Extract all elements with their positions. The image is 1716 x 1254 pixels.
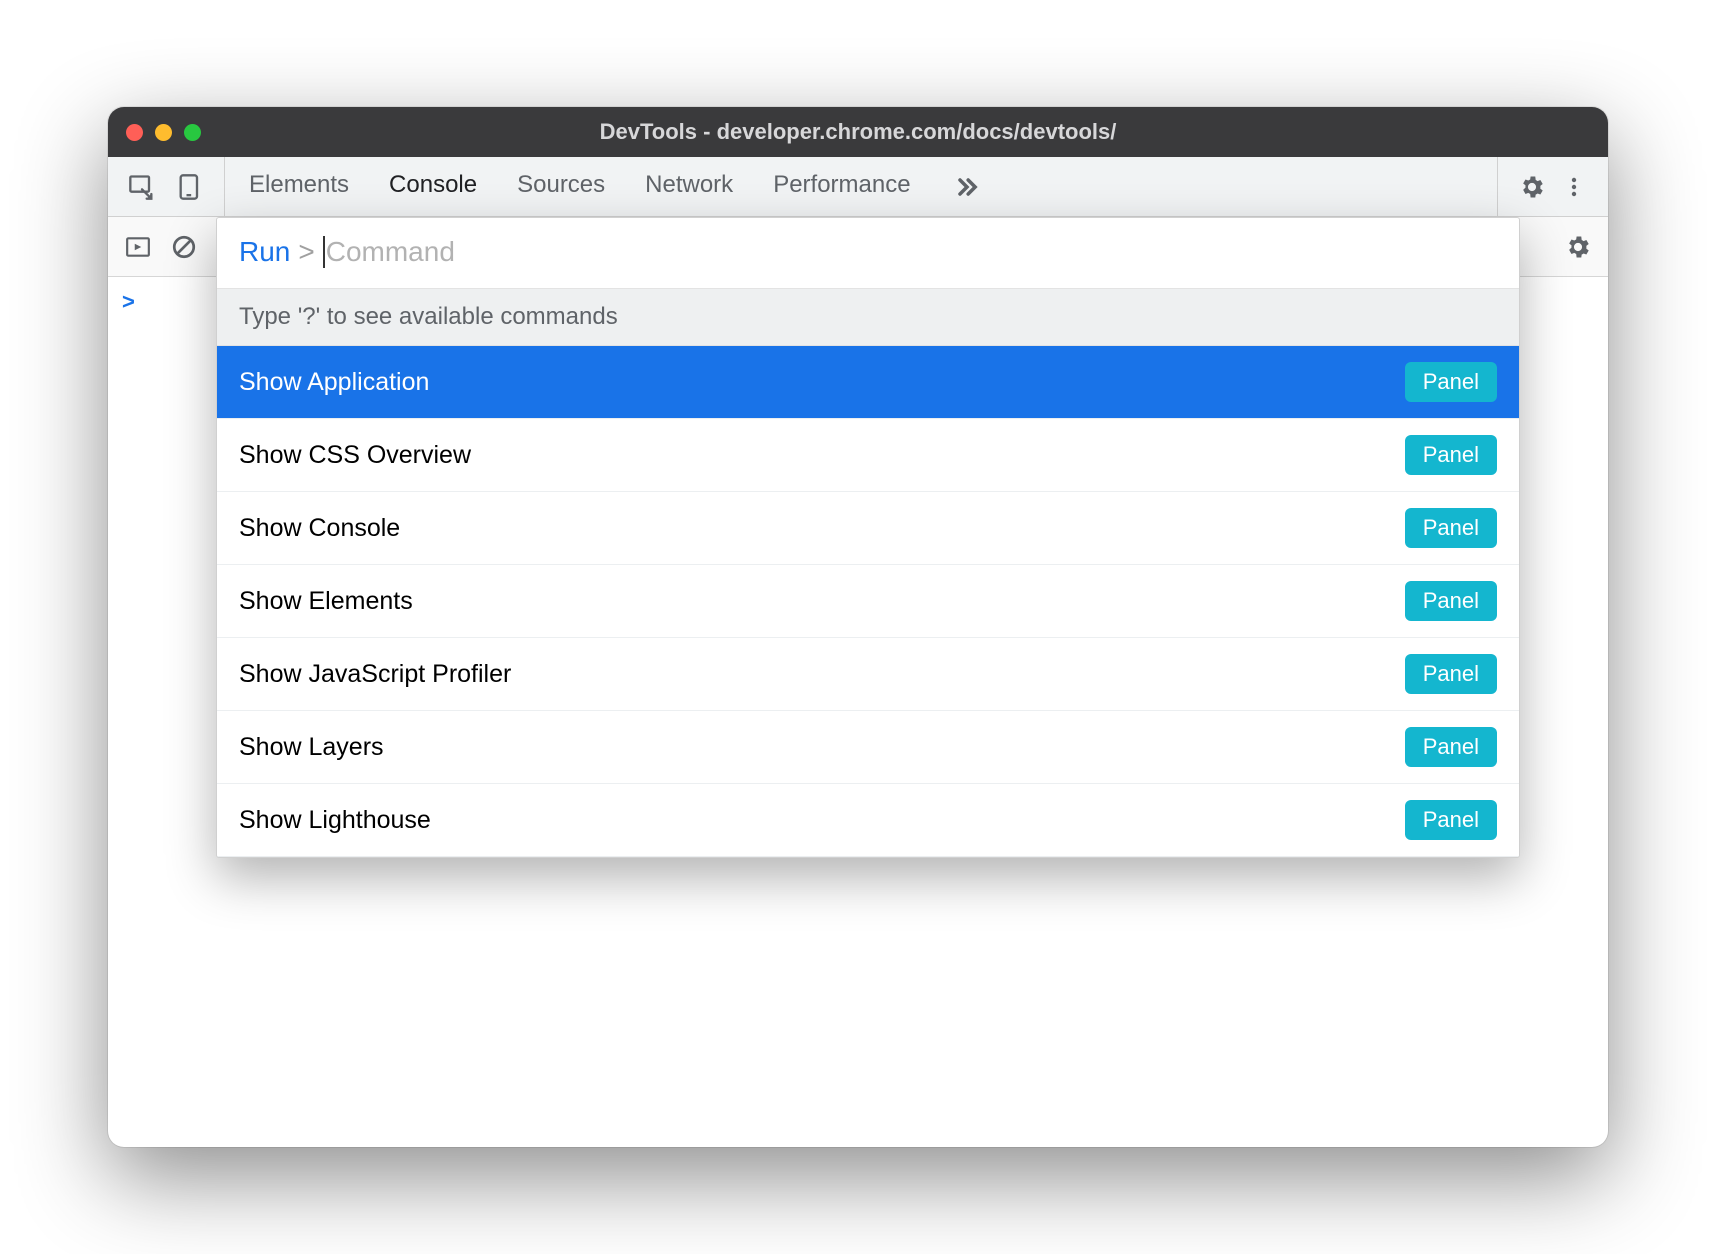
tab-console[interactable]: Console <box>389 157 477 216</box>
command-item-label: Show JavaScript Profiler <box>239 660 511 689</box>
command-item-show-elements[interactable]: Show Elements Panel <box>217 565 1519 638</box>
inspect-element-icon[interactable] <box>126 171 158 203</box>
zoom-window-button[interactable] <box>184 124 201 141</box>
titlebar: DevTools - developer.chrome.com/docs/dev… <box>108 107 1608 157</box>
toolbar: Elements Console Sources Network Perform… <box>108 157 1608 217</box>
command-item-badge: Panel <box>1405 727 1497 767</box>
tab-sources[interactable]: Sources <box>517 157 605 216</box>
command-list: Show Application Panel Show CSS Overview… <box>217 346 1519 857</box>
command-item-badge: Panel <box>1405 362 1497 402</box>
command-item-badge: Panel <box>1405 800 1497 840</box>
command-item-label: Show Layers <box>239 733 384 762</box>
tab-elements[interactable]: Elements <box>249 157 349 216</box>
devtools-window: DevTools - developer.chrome.com/docs/dev… <box>108 107 1608 1147</box>
toggle-sidebar-icon[interactable] <box>122 231 154 263</box>
tab-performance[interactable]: Performance <box>773 157 910 216</box>
close-window-button[interactable] <box>126 124 143 141</box>
command-item-label: Show Elements <box>239 587 413 616</box>
kebab-menu-icon[interactable] <box>1558 171 1590 203</box>
more-tabs-icon[interactable] <box>951 171 983 203</box>
command-input[interactable]: Command <box>323 236 455 268</box>
window-title: DevTools - developer.chrome.com/docs/dev… <box>108 119 1608 145</box>
command-item-show-css-overview[interactable]: Show CSS Overview Panel <box>217 419 1519 492</box>
command-item-badge: Panel <box>1405 435 1497 475</box>
command-hint: Type '?' to see available commands <box>217 289 1519 346</box>
minimize-window-button[interactable] <box>155 124 172 141</box>
command-menu: Run > Command Type '?' to see available … <box>216 217 1520 858</box>
tab-network[interactable]: Network <box>645 157 733 216</box>
command-item-badge: Panel <box>1405 581 1497 621</box>
command-prefix: Run <box>239 236 290 268</box>
command-item-label: Show CSS Overview <box>239 441 471 470</box>
command-item-show-lighthouse[interactable]: Show Lighthouse Panel <box>217 784 1519 857</box>
command-item-label: Show Lighthouse <box>239 806 431 835</box>
command-item-show-layers[interactable]: Show Layers Panel <box>217 711 1519 784</box>
command-item-label: Show Application <box>239 368 429 397</box>
clear-console-icon[interactable] <box>168 231 200 263</box>
traffic-lights <box>126 124 201 141</box>
command-arrow: > <box>298 236 314 268</box>
toolbar-left <box>108 157 225 216</box>
console-prompt-icon[interactable]: > <box>122 289 135 314</box>
settings-icon[interactable] <box>1516 171 1548 203</box>
command-item-label: Show Console <box>239 514 400 543</box>
command-item-badge: Panel <box>1405 508 1497 548</box>
command-item-show-console[interactable]: Show Console Panel <box>217 492 1519 565</box>
command-item-show-js-profiler[interactable]: Show JavaScript Profiler Panel <box>217 638 1519 711</box>
command-item-badge: Panel <box>1405 654 1497 694</box>
command-input-row[interactable]: Run > Command <box>217 218 1519 289</box>
panel-tabs: Elements Console Sources Network Perform… <box>225 157 1497 216</box>
toolbar-right <box>1497 157 1608 216</box>
device-toolbar-icon[interactable] <box>174 171 206 203</box>
command-item-show-application[interactable]: Show Application Panel <box>217 346 1519 419</box>
console-settings-icon[interactable] <box>1562 231 1594 263</box>
